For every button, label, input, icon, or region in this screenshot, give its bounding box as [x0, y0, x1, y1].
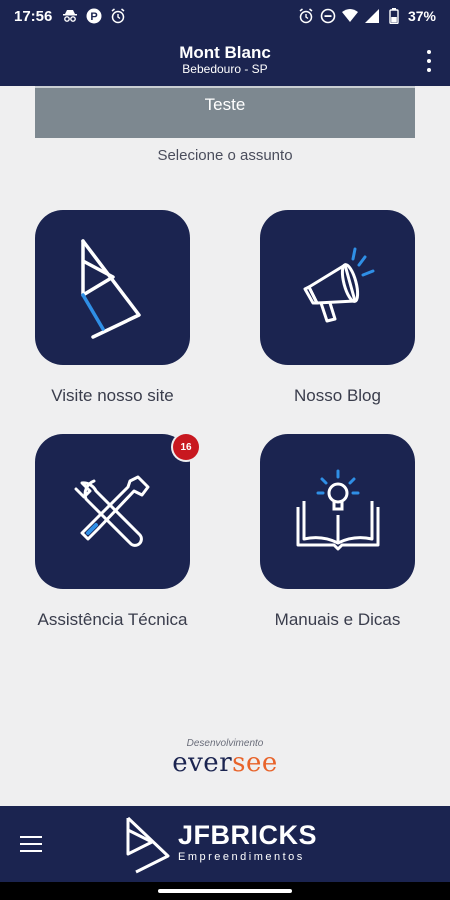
app-title: Mont Blanc — [179, 43, 271, 62]
wifi-icon — [341, 8, 358, 24]
app-subtitle: Bebedouro - SP — [182, 62, 268, 76]
do-not-disturb-icon — [320, 8, 336, 24]
tile-technical-assistance[interactable] — [35, 434, 190, 589]
bottom-bar: JFBRICKS Empreendimentos — [0, 806, 450, 882]
tile-label: Manuais e Dicas — [274, 610, 401, 629]
tools-icon — [74, 475, 149, 547]
incognito-icon — [62, 8, 78, 24]
hamburger-menu-icon[interactable] — [20, 836, 42, 852]
subject-prompt: Selecione o assunto — [157, 147, 293, 164]
tile-label: Assistência Técnica — [37, 610, 188, 629]
tile-manuals-tips[interactable] — [260, 434, 415, 589]
app-bar: Mont Blanc Bebedouro - SP — [0, 32, 450, 86]
notification-badge: 16 — [173, 434, 199, 460]
megaphone-icon — [303, 247, 374, 322]
banner[interactable]: Teste — [35, 86, 415, 138]
tile-label: Nosso Blog — [294, 386, 381, 405]
battery-percent: 37% — [407, 8, 436, 24]
tile-visit-site[interactable] — [35, 210, 190, 365]
tile-blog[interactable] — [260, 210, 415, 365]
battery-icon — [386, 8, 402, 24]
brand-name: JFBRICKS — [178, 820, 318, 850]
status-time: 17:56 — [14, 7, 53, 25]
home-handle[interactable] — [158, 889, 292, 893]
status-bar: 17:56 P 37% — [0, 0, 450, 32]
developer-logo: eversee — [172, 748, 278, 778]
signal-icon — [364, 8, 380, 24]
developer-credit[interactable]: Desenvolvimento eversee — [0, 738, 450, 777]
alarm-icon — [110, 8, 126, 24]
alarm-icon — [298, 8, 314, 24]
play-logo-icon — [80, 238, 141, 339]
svg-text:P: P — [91, 11, 98, 23]
app-notification-icon: P — [86, 8, 102, 24]
brand-subtitle: Empreendimentos — [178, 851, 305, 863]
tile-label: Visite nosso site — [51, 386, 174, 405]
overflow-menu-icon[interactable] — [422, 50, 436, 72]
book-bulb-icon — [296, 469, 379, 550]
system-nav-bar — [0, 882, 450, 900]
